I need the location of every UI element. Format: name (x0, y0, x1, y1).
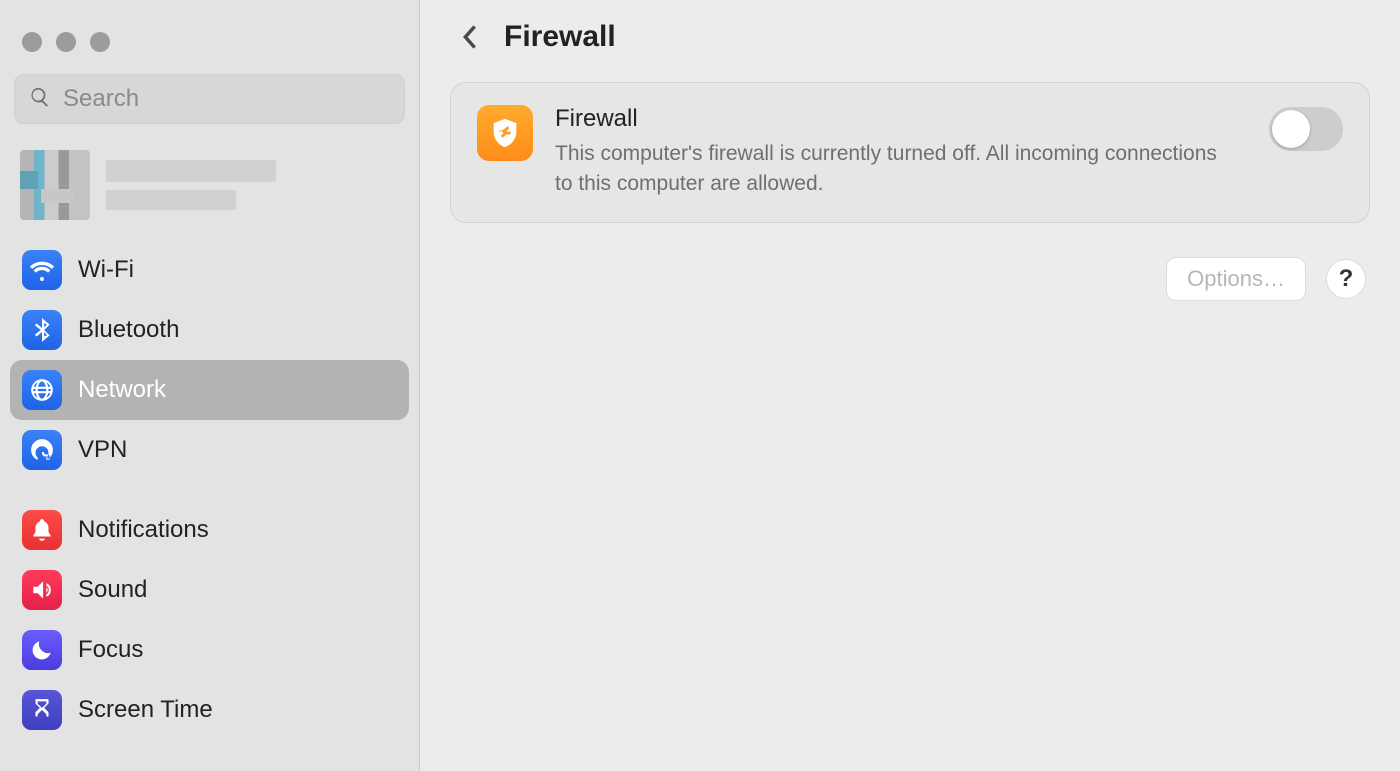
firewall-toggle[interactable] (1269, 107, 1343, 151)
speaker-icon (22, 570, 62, 610)
bell-icon (22, 510, 62, 550)
sidebar-item-wifi[interactable]: Wi-Fi (10, 240, 409, 300)
firewall-title: Firewall (555, 105, 1247, 133)
sidebar-item-vpn[interactable]: VPN (10, 420, 409, 480)
wifi-icon (22, 250, 62, 290)
apple-id-account-row[interactable] (10, 144, 409, 240)
sidebar: Wi-Fi Bluetooth Network VPN Notification… (0, 0, 420, 771)
search-icon (29, 86, 63, 113)
sidebar-item-label: Screen Time (78, 696, 213, 724)
back-button[interactable] (456, 23, 484, 51)
account-name-redacted (106, 160, 276, 210)
sidebar-item-label: Network (78, 376, 166, 404)
sidebar-item-screentime[interactable]: Screen Time (10, 680, 409, 740)
sidebar-item-label: Focus (78, 636, 143, 664)
hourglass-icon (22, 690, 62, 730)
window-controls (10, 20, 409, 74)
toggle-knob (1272, 110, 1310, 148)
search-input[interactable] (63, 85, 390, 113)
options-button[interactable]: Options… (1166, 257, 1306, 301)
avatar (20, 150, 90, 220)
actions-row: Options… ? (450, 257, 1370, 301)
sidebar-item-focus[interactable]: Focus (10, 620, 409, 680)
search-field[interactable] (14, 74, 405, 124)
sidebar-item-label: Sound (78, 576, 147, 604)
vpn-icon (22, 430, 62, 470)
minimize-window-button[interactable] (56, 32, 76, 52)
sidebar-item-sound[interactable]: Sound (10, 560, 409, 620)
sidebar-item-label: VPN (78, 436, 127, 464)
firewall-card: Firewall This computer's firewall is cur… (450, 82, 1370, 223)
header: Firewall (450, 20, 1370, 54)
bluetooth-icon (22, 310, 62, 350)
main-panel: Firewall Firewall This computer's firewa… (420, 0, 1400, 771)
sidebar-item-notifications[interactable]: Notifications (10, 500, 409, 560)
moon-icon (22, 630, 62, 670)
sidebar-item-label: Notifications (78, 516, 209, 544)
firewall-shield-icon (477, 105, 533, 161)
firewall-description: This computer's firewall is currently tu… (555, 139, 1235, 200)
sidebar-item-network[interactable]: Network (10, 360, 409, 420)
page-title: Firewall (504, 20, 616, 54)
help-button[interactable]: ? (1326, 259, 1366, 299)
zoom-window-button[interactable] (90, 32, 110, 52)
globe-icon (22, 370, 62, 410)
sidebar-item-bluetooth[interactable]: Bluetooth (10, 300, 409, 360)
sidebar-item-label: Bluetooth (78, 316, 179, 344)
close-window-button[interactable] (22, 32, 42, 52)
sidebar-item-label: Wi-Fi (78, 256, 134, 284)
